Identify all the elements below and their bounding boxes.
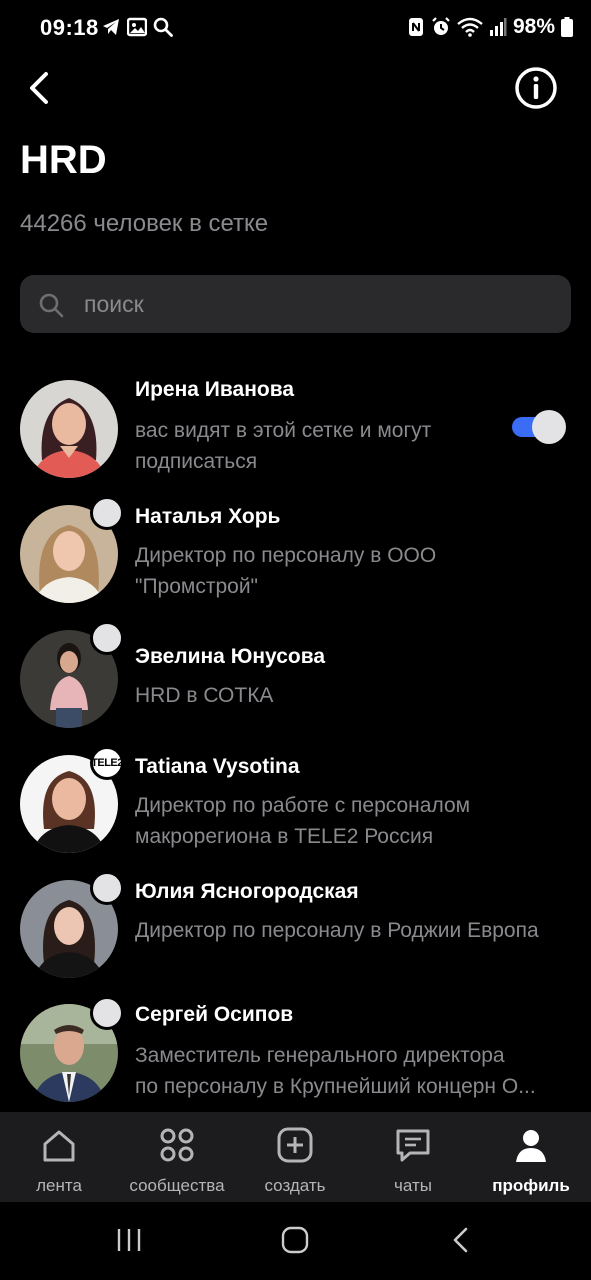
nav-label: сообщества (129, 1176, 225, 1195)
system-back-icon[interactable] (448, 1226, 476, 1254)
battery-percentage: 98% (512, 15, 555, 38)
wifi-icon (457, 17, 483, 37)
nav-label: чаты (394, 1176, 432, 1195)
member-description: HRD в СОТКА (135, 684, 274, 707)
user-icon (516, 1130, 546, 1162)
plus-square-icon (277, 1127, 313, 1163)
alarm-icon (432, 17, 450, 35)
nav-label: создать (264, 1176, 326, 1195)
nav-label: лента (36, 1176, 82, 1195)
nav-item-chats[interactable]: чаты (354, 1112, 472, 1202)
info-button[interactable] (514, 66, 558, 110)
page-title: HRD (20, 138, 107, 182)
member-name: Tatiana Vysotina (135, 755, 300, 778)
member-name: Наталья Хорь (135, 505, 281, 528)
image-icon (127, 17, 147, 37)
search-bar[interactable] (20, 275, 571, 333)
members-count: 44266 человек в сетке (20, 210, 269, 237)
member-name: Сергей Осипов (135, 1003, 294, 1026)
chevron-left-icon (30, 72, 48, 104)
search-icon (153, 17, 173, 37)
member-description: вас видят в этой сетке и могут подписать… (135, 419, 432, 473)
info-icon (515, 67, 557, 109)
toggle-knob (532, 410, 566, 444)
nav-label: профиль (492, 1176, 570, 1195)
status-indicator (90, 871, 124, 905)
nav-item-create[interactable]: создать (236, 1112, 354, 1202)
chat-icon (396, 1129, 430, 1162)
company-badge: TELE2 (90, 746, 124, 780)
status-indicator (90, 621, 124, 655)
recent-apps-icon[interactable] (115, 1226, 143, 1254)
member-description: Директор по персоналу в ООО "Промстрой" (135, 544, 437, 598)
system-navigation-bar (0, 1202, 591, 1280)
status-left-icons (101, 17, 173, 37)
search-input[interactable] (84, 275, 554, 333)
status-indicator (90, 996, 124, 1030)
back-button[interactable] (22, 68, 62, 108)
status-right-icons: 98% (407, 15, 573, 39)
nav-item-profile[interactable]: профиль (472, 1112, 590, 1202)
status-bar: 09:18 98% (0, 0, 591, 58)
status-time: 09:18 (40, 15, 99, 40)
search-icon (39, 293, 64, 318)
telegram-icon (103, 19, 119, 35)
member-description: Директор по персоналу в Роджии Европа (135, 919, 539, 942)
member-name: Юлия Ясногородская (135, 880, 359, 903)
home-icon (43, 1130, 75, 1162)
nav-item-feed[interactable]: лента (0, 1112, 118, 1202)
visibility-toggle[interactable] (512, 410, 566, 444)
member-description: Заместитель генерального директора (135, 1044, 505, 1067)
avatar[interactable] (20, 380, 118, 478)
nfc-icon (408, 18, 423, 36)
member-description: по персоналу в Крупнейший концерн О... (135, 1075, 536, 1098)
status-indicator (90, 496, 124, 530)
battery-icon (561, 17, 573, 37)
nav-item-communities[interactable]: сообщества (118, 1112, 236, 1202)
member-name: Ирена Иванова (135, 378, 295, 401)
home-button-icon[interactable] (281, 1226, 309, 1254)
signal-icon (489, 18, 507, 36)
grid-icon (160, 1128, 194, 1162)
member-name: Эвелина Юнусова (135, 645, 326, 668)
bottom-navigation: лента сообщества создать чаты профиль (0, 1112, 591, 1202)
member-description: Директор по работе с персоналом макрорег… (135, 794, 471, 848)
